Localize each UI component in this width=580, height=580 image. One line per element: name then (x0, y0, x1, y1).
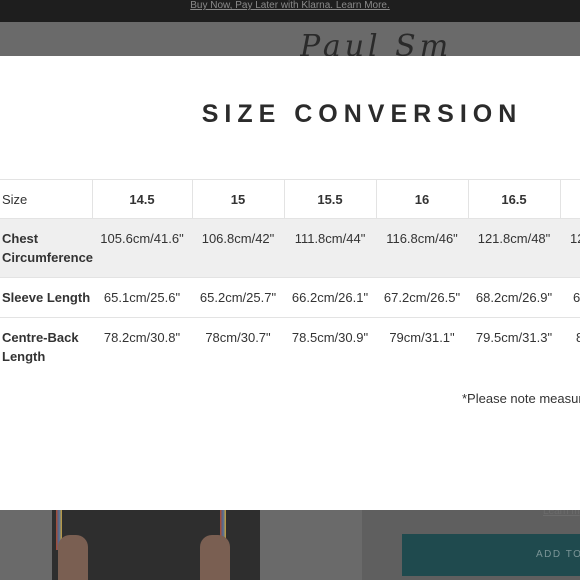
table-cell: 116.8cm/46" (386, 231, 458, 246)
size-header-label: Size (2, 192, 28, 207)
add-to-bag-button[interactable]: ADD TO (402, 534, 580, 576)
table-row: Centre-Back Length 78.2cm/30.8" 78cm/30.… (0, 318, 580, 377)
modal-title: SIZE CONVERSION (201, 100, 523, 128)
table-cell: 6 (573, 290, 580, 305)
promo-banner: Buy Now, Pay Later with Klarna. Learn Mo… (0, 0, 580, 22)
table-cell: 78.5cm/30.9" (291, 330, 369, 345)
size-header: 15.5 (317, 192, 343, 207)
table-cell: 8 (576, 330, 580, 345)
table-cell: 106.8cm/42" (201, 231, 275, 246)
table-cell: 12 (570, 231, 580, 246)
table-cell: 78.2cm/30.8" (103, 330, 181, 345)
table-cell: 111.8cm/44" (294, 231, 366, 246)
table-cell: 79cm/31.1" (389, 330, 455, 345)
measurement-note: *Please note measuren (462, 391, 580, 406)
size-conversion-modal: SIZE CONVERSION Size 14.5 15 15.5 16 16.… (0, 56, 580, 510)
table-cell: 65.1cm/25.6" (103, 290, 181, 305)
table-cell: 78cm/30.7" (205, 330, 271, 345)
size-header: 16 (414, 192, 430, 207)
site-header (0, 22, 580, 56)
table-cell: 66.2cm/26.1" (291, 290, 369, 305)
table-cell: 105.6cm/41.6" (100, 231, 184, 246)
table-row: Chest Circumference 105.6cm/41.6" 106.8c… (0, 219, 580, 278)
row-label: Chest Circumference (2, 231, 94, 265)
column-divider (560, 180, 561, 220)
table-cell: 121.8cm/48" (477, 231, 551, 246)
table-header-row: Size 14.5 15 15.5 16 16.5 (0, 179, 580, 220)
add-to-bag-label: ADD TO (536, 549, 580, 560)
row-label: Centre-Back Length (2, 330, 79, 364)
model-hand (58, 535, 88, 580)
table-cell: 65.2cm/25.7" (199, 290, 277, 305)
size-header: 14.5 (129, 192, 155, 207)
brand-logo[interactable]: Paul Smith (300, 32, 450, 56)
model-hand (200, 535, 230, 580)
table-cell: 67.2cm/26.5" (383, 290, 461, 305)
row-label: Sleeve Length (2, 290, 91, 305)
klarna-link[interactable]: Buy Now, Pay Later with Klarna. Learn Mo… (0, 0, 580, 12)
size-header: 15 (230, 192, 246, 207)
table-cell: 68.2cm/26.9" (475, 290, 553, 305)
table-row: Sleeve Length 65.1cm/25.6" 65.2cm/25.7" … (0, 278, 580, 318)
size-header: 16.5 (501, 192, 527, 207)
table-cell: 79.5cm/31.3" (475, 330, 553, 345)
